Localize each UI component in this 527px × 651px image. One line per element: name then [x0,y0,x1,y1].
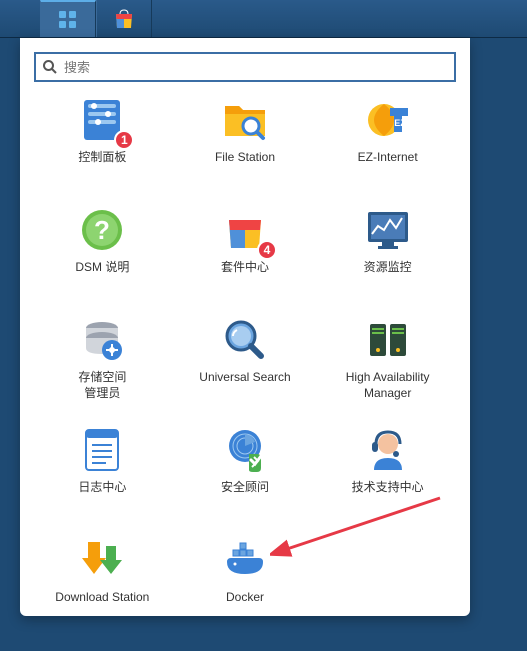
globe-arrow-icon: EZ [364,96,412,144]
app-support-center[interactable]: 技术支持中心 [319,424,456,524]
app-universal-search[interactable]: Universal Search [177,314,314,414]
app-label: 资源监控 [364,260,412,276]
app-grid: 1 控制面板 File Station EZ [34,94,456,634]
docker-whale-icon [221,536,269,584]
app-resource-monitor[interactable]: 资源监控 [319,204,456,304]
app-label: 安全顾问 [221,480,269,496]
folder-search-icon [221,96,269,144]
app-package-center[interactable]: 4 套件中心 [177,204,314,304]
monitor-chart-icon [364,206,412,254]
grid-icon [57,9,79,31]
app-label: Download Station [55,590,149,606]
app-label: File Station [215,150,275,166]
headset-person-icon [364,426,412,474]
app-control-panel[interactable]: 1 控制面板 [34,94,171,194]
app-label: Docker [226,590,264,606]
main-menu-button[interactable] [40,0,96,37]
notification-badge: 1 [114,130,134,150]
help-icon: ? [78,206,126,254]
app-launcher-panel: 1 控制面板 File Station EZ [20,38,470,616]
notification-badge: 4 [257,240,277,260]
app-dsm-help[interactable]: ? DSM 说明 [34,204,171,304]
search-input[interactable] [58,60,448,75]
search-box[interactable] [34,52,456,82]
app-label: 套件中心 [221,260,269,276]
app-label: 日志中心 [78,480,126,496]
taskbar-package-center-button[interactable] [96,0,152,37]
app-file-station[interactable]: File Station [177,94,314,194]
app-label: 控制面板 [78,150,126,166]
app-label: 存储空间 管理员 [78,370,126,401]
app-security-advisor[interactable]: 安全顾问 [177,424,314,524]
shield-radar-icon [221,426,269,474]
app-docker[interactable]: Docker [177,534,314,634]
app-ez-internet[interactable]: EZ EZ-Internet [319,94,456,194]
disk-stack-icon [78,316,126,364]
app-download-station[interactable]: Download Station [34,534,171,634]
shopping-bag-icon [112,7,136,31]
download-arrows-icon [78,536,126,584]
magnifier-icon [221,316,269,364]
svg-text:?: ? [94,215,110,245]
app-label: 技术支持中心 [352,480,424,496]
app-label: EZ-Internet [358,150,418,166]
servers-icon [364,316,412,364]
app-ha-manager[interactable]: High Availability Manager [319,314,456,414]
search-icon [42,59,58,75]
log-list-icon [78,426,126,474]
taskbar [0,0,527,38]
app-label: High Availability Manager [323,370,453,401]
svg-text:EZ: EZ [394,118,406,128]
app-label: DSM 说明 [75,260,129,276]
app-storage-manager[interactable]: 存储空间 管理员 [34,314,171,414]
app-log-center[interactable]: 日志中心 [34,424,171,524]
app-label: Universal Search [199,370,290,386]
